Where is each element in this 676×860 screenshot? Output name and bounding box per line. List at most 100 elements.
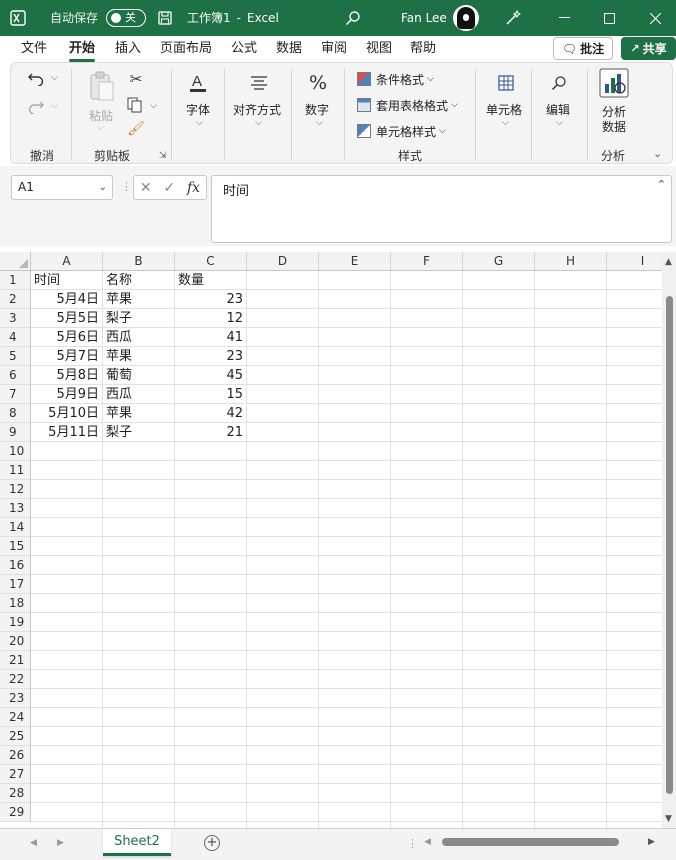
tab-view[interactable]: 视图	[366, 39, 392, 59]
editing-dropdown-icon[interactable]: ⌵	[556, 118, 563, 128]
analyze-label-2[interactable]: 数据	[602, 118, 626, 135]
column-header[interactable]: F	[391, 252, 463, 271]
row-header[interactable]: 25	[0, 727, 31, 746]
vertical-scroll-thumb[interactable]	[666, 296, 673, 794]
copy-dropdown-icon[interactable]: ⌵	[150, 101, 157, 111]
row-header[interactable]: 13	[0, 499, 31, 518]
table-cell[interactable]: 西瓜	[103, 328, 174, 347]
more-options-icon[interactable]: ⋮	[121, 180, 132, 193]
autosave-toggle[interactable]: 关	[100, 0, 146, 36]
tab-home[interactable]: 开始	[69, 39, 96, 62]
confirm-icon[interactable]: ✓	[163, 180, 175, 196]
table-cell[interactable]: 苹果	[103, 347, 174, 366]
row-header[interactable]: 7	[0, 385, 31, 404]
scroll-up-icon[interactable]: ▲	[665, 257, 672, 267]
table-cell[interactable]: 5月9日	[31, 385, 102, 404]
tab-review[interactable]: 审阅	[321, 39, 347, 59]
tab-help[interactable]: 帮助	[410, 39, 436, 59]
table-cell[interactable]: 苹果	[103, 290, 174, 309]
select-all-button[interactable]	[0, 252, 31, 271]
table-cell[interactable]: 42	[175, 404, 246, 423]
chevron-up-icon[interactable]: ⌃	[657, 178, 666, 191]
cell-styles-button[interactable]: 单元格样式 ⌵	[357, 121, 446, 141]
magic-wand-icon[interactable]	[505, 0, 521, 36]
sheet-tab[interactable]: Sheet2	[103, 829, 171, 856]
vertical-scrollbar[interactable]: ▲ ▼	[662, 252, 676, 828]
row-header[interactable]: 19	[0, 613, 31, 632]
cells-label[interactable]: 单元格	[486, 101, 522, 118]
cut-icon[interactable]: ✂	[126, 69, 146, 89]
table-cell[interactable]: 5月10日	[31, 404, 102, 423]
row-header[interactable]: 11	[0, 461, 31, 480]
column-header[interactable]: B	[103, 252, 175, 271]
table-cell[interactable]: 21	[175, 423, 246, 442]
analyze-data-icon[interactable]	[598, 67, 630, 99]
row-header[interactable]: 21	[0, 651, 31, 670]
paste-icon[interactable]	[87, 69, 117, 103]
formula-input[interactable]: 时间 ⌃	[211, 175, 672, 243]
font-dropdown-icon[interactable]: ⌵	[196, 118, 203, 128]
table-cell[interactable]: 23	[175, 347, 246, 366]
row-header[interactable]: 28	[0, 784, 31, 803]
save-icon[interactable]	[158, 0, 172, 36]
column-header[interactable]: H	[535, 252, 607, 271]
cancel-icon[interactable]: ✕	[140, 180, 152, 196]
undo-icon[interactable]	[25, 67, 47, 89]
row-header[interactable]: 8	[0, 404, 31, 423]
row-header[interactable]: 16	[0, 556, 31, 575]
row-header[interactable]: 18	[0, 594, 31, 613]
copy-icon[interactable]	[124, 95, 146, 115]
ribbon-collapse-icon[interactable]: ⌄	[653, 147, 662, 160]
column-header[interactable]: G	[463, 252, 535, 271]
format-painter-icon[interactable]: 🖌	[126, 119, 146, 139]
search-icon[interactable]	[345, 0, 361, 36]
tab-formulas[interactable]: 公式	[231, 39, 257, 59]
row-header[interactable]: 24	[0, 708, 31, 727]
comments-button[interactable]: 🗨 批注	[553, 37, 613, 60]
table-header-cell[interactable]: 时间	[31, 271, 102, 290]
insert-function-icon[interactable]: fx	[187, 180, 200, 196]
minimize-button[interactable]	[541, 0, 587, 36]
tab-file[interactable]: 文件	[21, 39, 47, 59]
clipboard-launcher-icon[interactable]: ⇲	[159, 151, 167, 161]
row-header[interactable]: 27	[0, 765, 31, 784]
share-button[interactable]: ↗ 共享	[621, 37, 676, 60]
row-header[interactable]: 9	[0, 423, 31, 442]
alignment-label[interactable]: 对齐方式	[233, 101, 281, 118]
font-label[interactable]: 字体	[186, 101, 210, 118]
alignment-icon[interactable]	[247, 71, 271, 95]
editing-label[interactable]: 编辑	[546, 101, 570, 118]
add-sheet-icon[interactable]: +	[204, 835, 220, 851]
format-as-table-button[interactable]: 套用表格格式 ⌵	[357, 95, 458, 115]
row-header[interactable]: 10	[0, 442, 31, 461]
tab-insert[interactable]: 插入	[115, 39, 141, 59]
row-header[interactable]: 4	[0, 328, 31, 347]
table-cell[interactable]: 5月4日	[31, 290, 102, 309]
table-cell[interactable]: 葡萄	[103, 366, 174, 385]
prev-sheet-icon[interactable]: ◀	[30, 838, 37, 848]
table-cell[interactable]: 苹果	[103, 404, 174, 423]
table-cell[interactable]: 15	[175, 385, 246, 404]
horizontal-scroll-thumb[interactable]	[442, 838, 619, 846]
font-icon[interactable]: A	[186, 69, 210, 97]
row-header[interactable]: 26	[0, 746, 31, 765]
row-header[interactable]: 6	[0, 366, 31, 385]
column-header[interactable]: D	[247, 252, 319, 271]
tab-page-layout[interactable]: 页面布局	[160, 39, 212, 59]
row-header[interactable]: 2	[0, 290, 31, 309]
next-sheet-icon[interactable]: ▶	[57, 838, 64, 848]
table-cell[interactable]: 45	[175, 366, 246, 385]
table-header-cell[interactable]: 数量	[175, 271, 246, 290]
column-header[interactable]: C	[175, 252, 247, 271]
horizontal-scrollbar[interactable]: ◀ ▶	[422, 835, 662, 849]
table-cell[interactable]: 41	[175, 328, 246, 347]
table-cell[interactable]: 12	[175, 309, 246, 328]
cells-dropdown-icon[interactable]: ⌵	[502, 118, 509, 128]
scroll-left-icon[interactable]: ◀	[424, 837, 431, 847]
user-name[interactable]: Fan Lee	[401, 0, 447, 36]
table-cell[interactable]: 西瓜	[103, 385, 174, 404]
undo-dropdown-icon[interactable]: ⌵	[51, 73, 58, 83]
alignment-dropdown-icon[interactable]: ⌵	[255, 118, 262, 128]
table-cell[interactable]: 5月6日	[31, 328, 102, 347]
column-header[interactable]: E	[319, 252, 391, 271]
